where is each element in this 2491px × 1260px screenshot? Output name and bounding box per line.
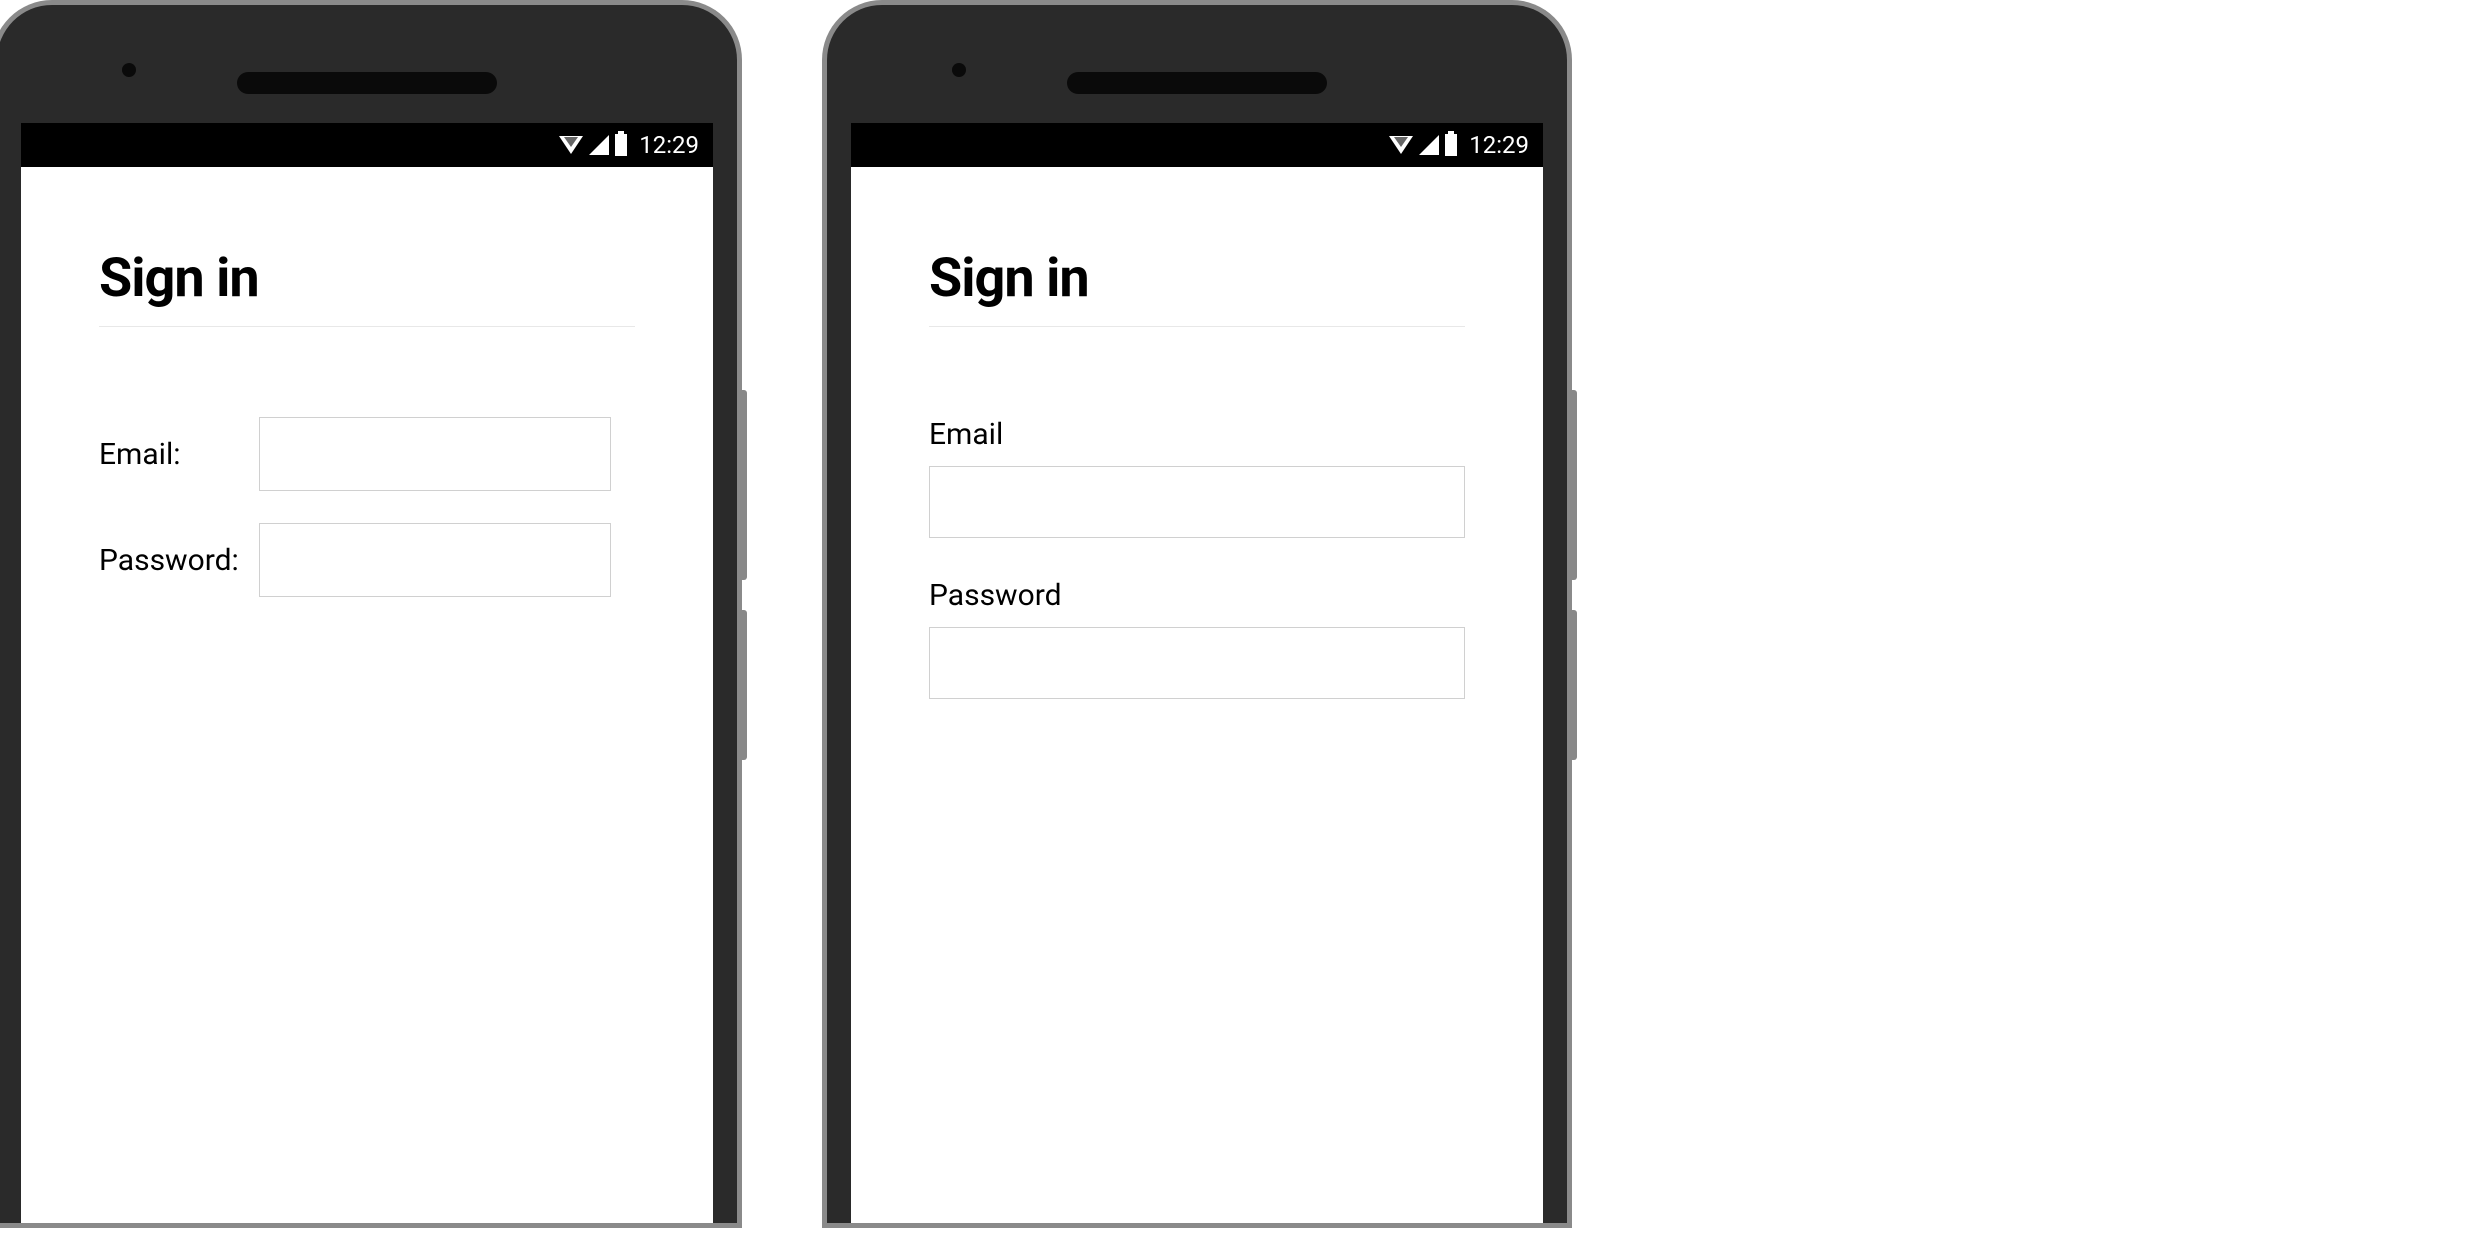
page-title: Sign in — [99, 247, 635, 310]
side-button — [1570, 390, 1577, 580]
cellular-signal-icon — [1419, 135, 1439, 155]
status-time: 12:29 — [1469, 131, 1529, 159]
email-form-group: Email — [929, 417, 1465, 538]
screen-content: Sign in Email: Password: — [21, 167, 713, 597]
phone-mockup-left: 12:29 Sign in Email: Password: — [0, 0, 742, 1260]
phone-bezel: 12:29 Sign in Email: Password: — [0, 5, 737, 1223]
phone-bezel: 12:29 Sign in Email Password — [827, 5, 1567, 1223]
password-label: Password: — [99, 543, 259, 578]
email-input[interactable] — [929, 466, 1465, 538]
phone-screen: 12:29 Sign in Email Password — [851, 123, 1543, 1223]
title-divider — [929, 326, 1465, 327]
side-button — [740, 610, 747, 760]
page-title: Sign in — [929, 247, 1465, 310]
password-form-group: Password — [929, 578, 1465, 699]
email-label: Email — [929, 417, 1465, 452]
screen-content: Sign in Email Password — [851, 167, 1543, 699]
phone-screen: 12:29 Sign in Email: Password: — [21, 123, 713, 1223]
password-form-row: Password: — [99, 523, 635, 597]
phone-frame: 12:29 Sign in Email: Password: — [0, 0, 742, 1228]
status-bar: 12:29 — [21, 123, 713, 167]
cellular-signal-icon — [589, 135, 609, 155]
battery-icon — [615, 134, 627, 156]
phone-top-area — [827, 43, 1567, 123]
phone-frame: 12:29 Sign in Email Password — [822, 0, 1572, 1228]
email-label: Email: — [99, 437, 259, 472]
status-icons — [559, 134, 627, 156]
password-label: Password — [929, 578, 1465, 613]
status-icons — [1389, 134, 1457, 156]
status-time: 12:29 — [639, 131, 699, 159]
password-input[interactable] — [929, 627, 1465, 699]
email-form-row: Email: — [99, 417, 635, 491]
side-button — [740, 390, 747, 580]
side-button — [1570, 610, 1577, 760]
wifi-icon — [1389, 136, 1413, 154]
password-input[interactable] — [259, 523, 611, 597]
status-bar: 12:29 — [851, 123, 1543, 167]
phone-top-area — [0, 43, 737, 123]
wifi-icon — [559, 136, 583, 154]
title-divider — [99, 326, 635, 327]
speaker-grille — [237, 72, 497, 94]
email-input[interactable] — [259, 417, 611, 491]
camera-icon — [122, 63, 136, 77]
camera-icon — [952, 63, 966, 77]
speaker-grille — [1067, 72, 1327, 94]
battery-icon — [1445, 134, 1457, 156]
phone-mockup-right: 12:29 Sign in Email Password — [822, 0, 1572, 1260]
